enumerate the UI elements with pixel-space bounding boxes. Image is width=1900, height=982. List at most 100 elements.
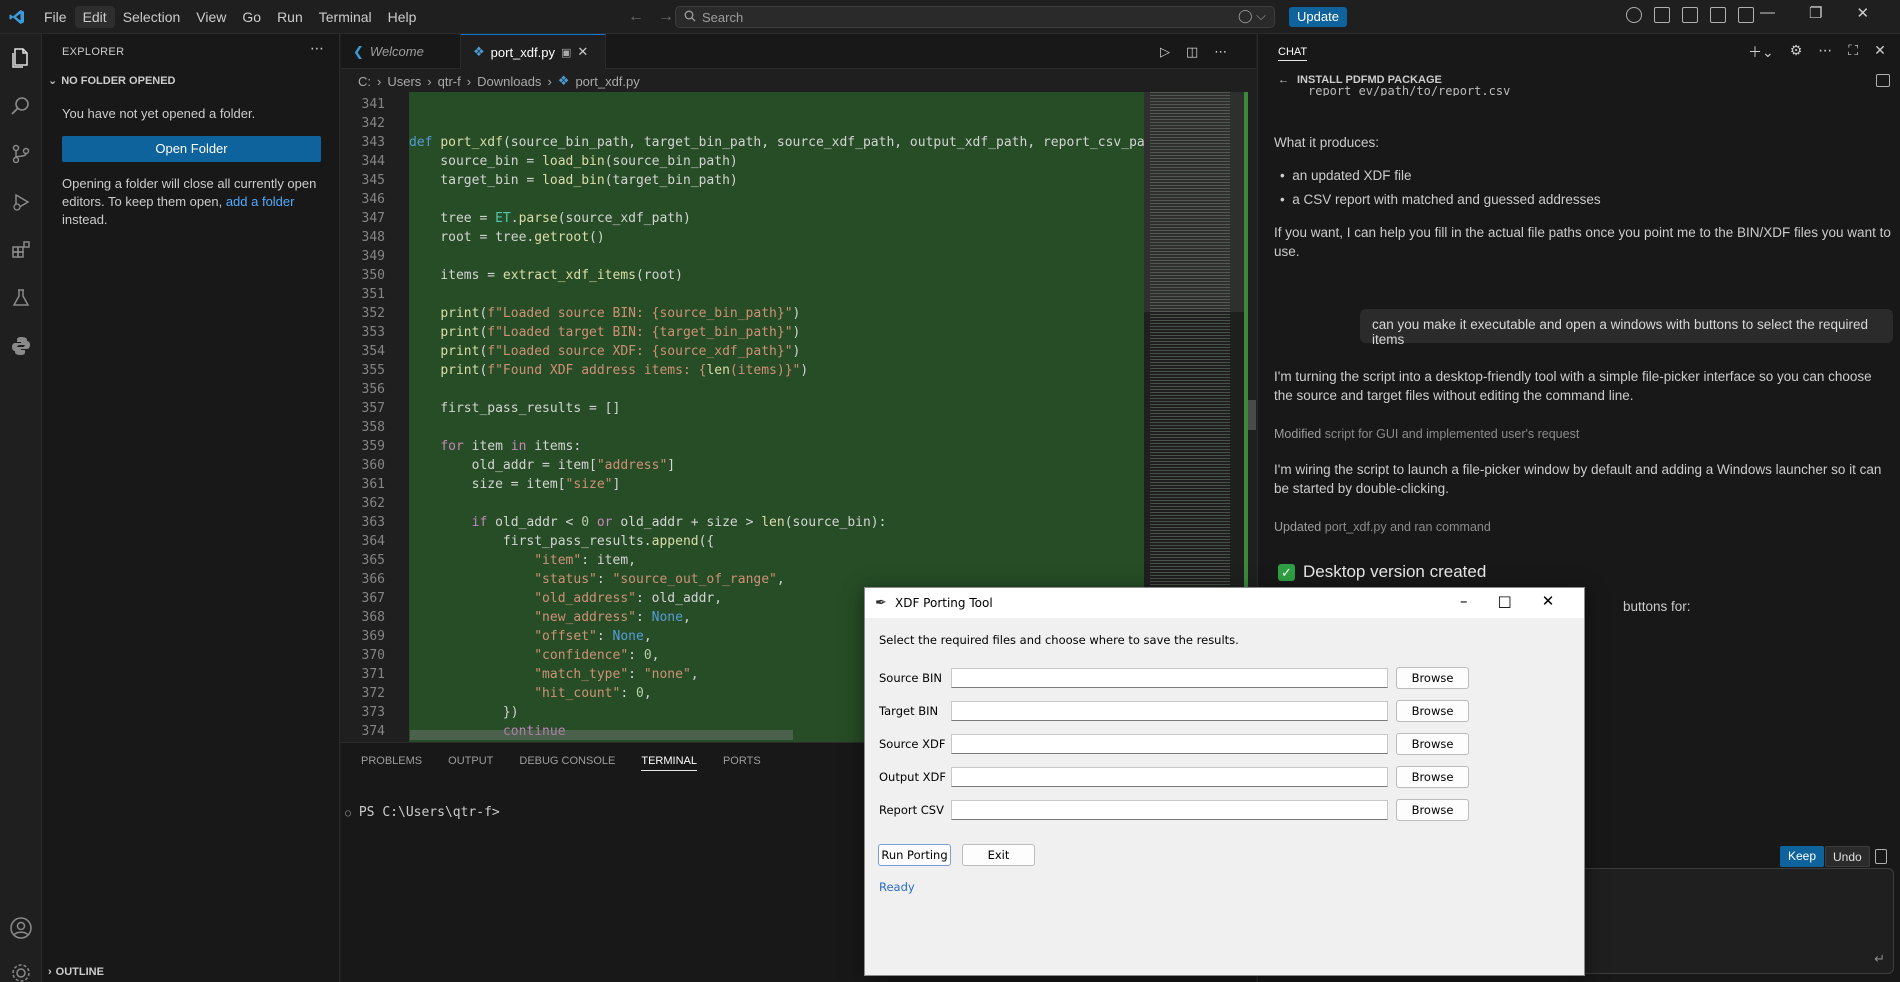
chat-settings-gear-icon[interactable]: ⚙ <box>1790 42 1803 62</box>
editor-more-icon[interactable]: ⋯ <box>1214 44 1227 60</box>
menu-selection[interactable]: Selection <box>115 6 189 28</box>
minimap-slider[interactable] <box>1144 92 1246 312</box>
more-actions-icon[interactable]: ⋯ <box>310 40 324 57</box>
breadcrumb-item[interactable]: Downloads <box>477 74 541 89</box>
maximize-icon[interactable]: ⛶ <box>1848 42 1858 62</box>
menu-edit[interactable]: Edit <box>74 5 115 28</box>
split-editor-icon[interactable]: ◫ <box>1186 44 1198 60</box>
toggle-primary-sidebar-icon[interactable] <box>1682 7 1698 23</box>
code-line[interactable]: print(f"Found XDF address items: {len(it… <box>409 361 808 380</box>
customize-layout-icon[interactable] <box>1654 7 1670 23</box>
copilot-menu-icon[interactable]: ◯ ⌵ <box>1238 8 1266 24</box>
exit-button[interactable]: Exit <box>962 844 1035 866</box>
xdf-title-bar[interactable]: ✒ XDF Porting Tool – □ ✕ <box>865 588 1584 618</box>
search-view-icon[interactable] <box>7 92 35 120</box>
outline-section-header[interactable]: › OUTLINE <box>48 966 104 978</box>
maximize-icon[interactable]: □ <box>1498 592 1512 610</box>
source-bin-browse-button[interactable]: Browse <box>1396 667 1469 689</box>
back-arrow-icon[interactable]: ← <box>1278 74 1289 86</box>
code-line[interactable]: first_pass_results.append({ <box>409 532 714 551</box>
source-bin-input[interactable] <box>951 668 1388 688</box>
open-folder-button[interactable]: Open Folder <box>62 136 321 162</box>
toggle-panel-icon[interactable] <box>1710 7 1726 23</box>
minimize-icon[interactable]: — <box>1760 4 1775 22</box>
undo-button[interactable]: Undo <box>1825 846 1870 867</box>
report-csv-input[interactable] <box>951 800 1388 820</box>
accounts-theme-icon[interactable] <box>1626 7 1642 23</box>
panel-tab-debug-console[interactable]: DEBUG CONSOLE <box>519 755 615 771</box>
code-line[interactable]: "match_type": "none", <box>409 665 698 684</box>
panel-tab-ports[interactable]: PORTS <box>723 755 761 771</box>
breadcrumb-item[interactable]: qtr-f <box>438 74 461 89</box>
code-line[interactable]: def port_xdf(source_bin_path, target_bin… <box>409 133 1153 152</box>
update-button[interactable]: Update <box>1289 7 1347 27</box>
code-line[interactable]: items = extract_xdf_items(root) <box>409 266 683 285</box>
code-line[interactable]: if old_addr < 0 or old_addr + size > len… <box>409 513 887 532</box>
explorer-icon[interactable] <box>7 44 35 72</box>
panel-tab-terminal[interactable]: TERMINAL <box>641 755 697 771</box>
panel-tab-output[interactable]: OUTPUT <box>448 755 493 771</box>
output-xdf-browse-button[interactable]: Browse <box>1396 766 1469 788</box>
terminal-prompt[interactable]: ○ PS C:\Users\qtr-f> <box>345 805 500 820</box>
code-line[interactable]: first_pass_results = [] <box>409 399 620 418</box>
tab-welcome[interactable]: ❮ Welcome <box>341 34 461 69</box>
command-center-search[interactable]: Search <box>675 6 1275 28</box>
chat-close-icon[interactable]: ✕ <box>1874 42 1886 62</box>
toggle-secondary-sidebar-icon[interactable] <box>1738 7 1754 23</box>
code-line[interactable]: print(f"Loaded source BIN: {source_bin_p… <box>409 304 800 323</box>
code-line[interactable]: "new_address": None, <box>409 608 691 627</box>
minimize-icon[interactable]: – <box>1460 592 1468 610</box>
code-line[interactable]: print(f"Loaded source XDF: {source_xdf_p… <box>409 342 800 361</box>
target-bin-input[interactable] <box>951 701 1388 721</box>
code-line[interactable]: "offset": None, <box>409 627 651 646</box>
menu-run[interactable]: Run <box>269 6 311 28</box>
send-icon[interactable]: ↵ <box>1874 951 1885 967</box>
menu-terminal[interactable]: Terminal <box>311 6 380 28</box>
source-xdf-browse-button[interactable]: Browse <box>1396 733 1469 755</box>
python-icon[interactable] <box>7 332 35 360</box>
code-line[interactable]: "old_address": old_addr, <box>409 589 722 608</box>
source-xdf-input[interactable] <box>951 734 1388 754</box>
code-line[interactable]: for item in items: <box>409 437 581 456</box>
output-xdf-input[interactable] <box>951 767 1388 787</box>
menu-file[interactable]: File <box>36 6 75 28</box>
status-rest[interactable]: script for GUI and implemented user's re… <box>1325 427 1580 441</box>
run-porting-button[interactable]: Run Porting <box>878 844 951 866</box>
menu-help[interactable]: Help <box>380 6 425 28</box>
horizontal-scrollbar[interactable] <box>410 730 793 740</box>
code-line[interactable]: "status": "source_out_of_range", <box>409 570 784 589</box>
breadcrumb-item[interactable]: C: <box>358 74 371 89</box>
extensions-icon[interactable] <box>7 236 35 264</box>
status-rest[interactable]: port_xdf.py and ran command <box>1325 520 1491 534</box>
chat-title[interactable]: CHAT <box>1278 46 1308 61</box>
target-bin-browse-button[interactable]: Browse <box>1396 700 1469 722</box>
no-folder-section-header[interactable]: ⌄ NO FOLDER OPENED <box>48 74 176 87</box>
manage-gear-icon[interactable] <box>7 959 35 982</box>
accounts-icon[interactable] <box>7 914 35 942</box>
code-line[interactable]: print(f"Loaded target BIN: {target_bin_p… <box>409 323 800 342</box>
close-icon[interactable]: ✕ <box>1856 4 1869 22</box>
report-csv-browse-button[interactable]: Browse <box>1396 799 1469 821</box>
code-line[interactable]: "confidence": 0, <box>409 646 659 665</box>
menu-view[interactable]: View <box>188 6 234 28</box>
breadcrumb-item[interactable]: port_xdf.py <box>575 74 639 89</box>
tab-port-xdf[interactable]: ❖ port_xdf.py ▣ ✕ <box>461 34 606 69</box>
add-folder-link[interactable]: add a folder <box>226 194 295 209</box>
code-line[interactable]: }) <box>409 703 519 722</box>
copy-file-icon[interactable] <box>1875 849 1887 864</box>
keep-button[interactable]: Keep <box>1780 846 1825 867</box>
code-line[interactable]: "hit_count": 0, <box>409 684 651 703</box>
breadcrumb-item[interactable]: Users <box>387 74 421 89</box>
new-chat-icon[interactable]: ＋⌄ <box>1748 42 1774 62</box>
panel-tab-problems[interactable]: PROBLEMS <box>361 755 422 771</box>
code-line[interactable]: tree = ET.parse(source_xdf_path) <box>409 209 690 228</box>
chat-input-box[interactable]: ↵ <box>1560 868 1894 974</box>
chat-more-icon[interactable]: ⋯ <box>1818 42 1832 62</box>
code-line[interactable]: size = item["size"] <box>409 475 621 494</box>
testing-flask-icon[interactable] <box>7 284 35 312</box>
code-line[interactable]: root = tree.getroot() <box>409 228 604 247</box>
back-arrow-icon[interactable]: ← <box>628 8 644 26</box>
forward-arrow-icon[interactable]: → <box>658 8 674 26</box>
tab-close-icon[interactable]: ✕ <box>577 44 588 60</box>
run-file-icon[interactable]: ▷ <box>1160 44 1170 60</box>
